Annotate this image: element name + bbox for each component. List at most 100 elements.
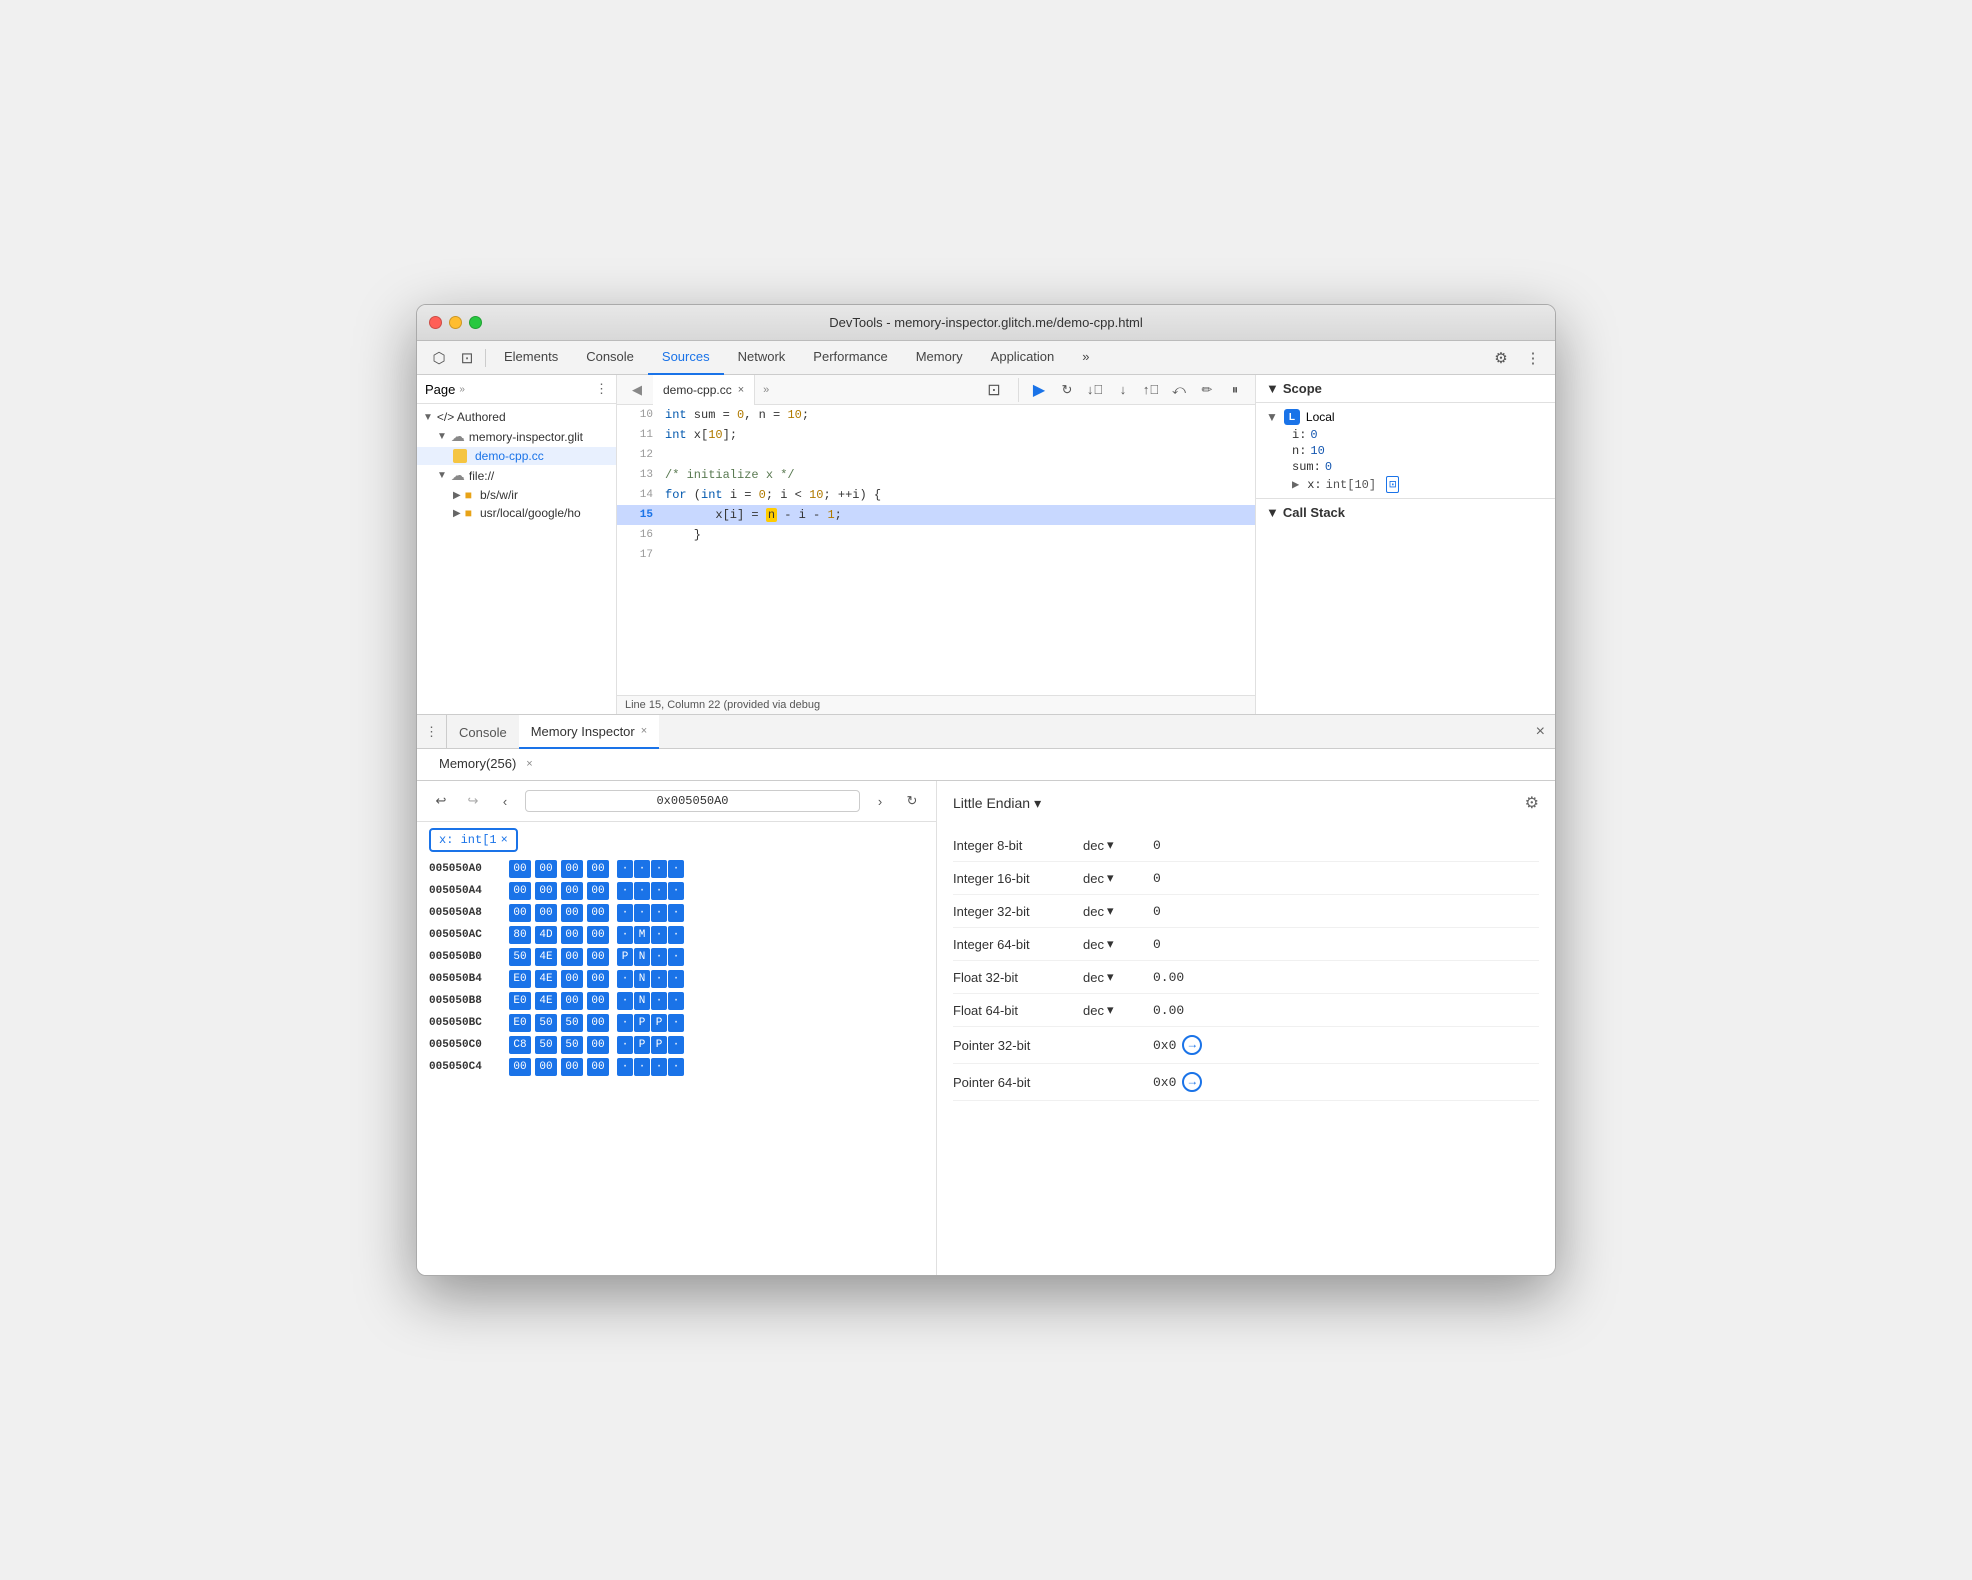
- disable-button[interactable]: ✏: [1195, 378, 1219, 402]
- tree-item-file[interactable]: ▼ ☁ file://: [417, 465, 616, 486]
- tab-memory[interactable]: Memory: [902, 341, 977, 375]
- step-over-button[interactable]: ↓⃝: [1083, 378, 1107, 402]
- hex-byte-7-3[interactable]: 00: [587, 1014, 609, 1032]
- pause-on-exception-button[interactable]: ↻: [1055, 378, 1079, 402]
- tree-item-demo-cpp[interactable]: demo-cpp.cc: [417, 447, 616, 465]
- memory-next-button[interactable]: ›: [868, 789, 892, 813]
- memory-refresh-button[interactable]: ↻: [900, 789, 924, 813]
- hex-byte-6-0[interactable]: E0: [509, 992, 531, 1010]
- more-options-icon[interactable]: ⋮: [1519, 344, 1547, 372]
- hex-byte-5-0[interactable]: E0: [509, 970, 531, 988]
- device-toggle-button[interactable]: ⊡: [453, 344, 481, 372]
- tab-performance[interactable]: Performance: [799, 341, 901, 375]
- tab-console[interactable]: Console: [572, 341, 648, 375]
- hex-byte-8-0[interactable]: C8: [509, 1036, 531, 1054]
- hex-byte-4-3[interactable]: 00: [587, 948, 609, 966]
- inspector-format-int8[interactable]: dec ▾: [1083, 837, 1153, 853]
- hex-byte-1-1[interactable]: 00: [535, 882, 557, 900]
- hex-byte-9-3[interactable]: 00: [587, 1058, 609, 1076]
- minimize-button[interactable]: [449, 316, 462, 329]
- hex-byte-1-3[interactable]: 00: [587, 882, 609, 900]
- settings-icon[interactable]: ⚙: [1487, 344, 1515, 372]
- ptr64-navigate-icon[interactable]: →: [1182, 1072, 1202, 1092]
- inspector-format-int64[interactable]: dec ▾: [1083, 936, 1153, 952]
- tab-sources[interactable]: Sources: [648, 341, 724, 375]
- hex-byte-3-1[interactable]: 4D: [535, 926, 557, 944]
- hex-byte-0-2[interactable]: 00: [561, 860, 583, 878]
- hex-byte-4-1[interactable]: 4E: [535, 948, 557, 966]
- format-icon[interactable]: ⊡: [982, 378, 1006, 402]
- hex-byte-2-0[interactable]: 00: [509, 904, 531, 922]
- inspector-format-int16[interactable]: dec ▾: [1083, 870, 1153, 886]
- more-tabs-icon[interactable]: »: [755, 384, 777, 396]
- inspector-format-float64[interactable]: dec ▾: [1083, 1002, 1153, 1018]
- memory-back-button[interactable]: ↩: [429, 789, 453, 813]
- close-button[interactable]: [429, 316, 442, 329]
- endian-selector[interactable]: Little Endian ▾: [953, 795, 1041, 812]
- hex-byte-7-0[interactable]: E0: [509, 1014, 531, 1032]
- bottom-panel-close-button[interactable]: ×: [1526, 715, 1555, 748]
- inspector-format-float32[interactable]: dec ▾: [1083, 969, 1153, 985]
- hex-byte-0-3[interactable]: 00: [587, 860, 609, 878]
- hex-byte-1-0[interactable]: 00: [509, 882, 531, 900]
- hex-byte-3-0[interactable]: 80: [509, 926, 531, 944]
- bp-tab-memory-close-icon[interactable]: ×: [641, 725, 647, 737]
- memory-tag-close-button[interactable]: ×: [501, 833, 508, 847]
- hex-byte-2-3[interactable]: 00: [587, 904, 609, 922]
- bp-tab-console[interactable]: Console: [447, 715, 519, 749]
- hex-byte-2-2[interactable]: 00: [561, 904, 583, 922]
- hex-byte-3-2[interactable]: 00: [561, 926, 583, 944]
- tree-item-bsw[interactable]: ▶ ■ b/s/w/ir: [417, 486, 616, 504]
- hex-byte-2-1[interactable]: 00: [535, 904, 557, 922]
- memory-sub-tab-close-icon[interactable]: ×: [526, 758, 532, 770]
- memory-inspect-icon[interactable]: ⊡: [1386, 476, 1399, 493]
- hex-byte-9-2[interactable]: 00: [561, 1058, 583, 1076]
- sidebar-expand-icon[interactable]: »: [459, 384, 465, 395]
- hex-byte-7-1[interactable]: 50: [535, 1014, 557, 1032]
- hex-byte-4-2[interactable]: 00: [561, 948, 583, 966]
- hex-byte-5-1[interactable]: 4E: [535, 970, 557, 988]
- tree-item-memory-inspector[interactable]: ▼ ☁ memory-inspector.glit: [417, 426, 616, 447]
- memory-prev-button[interactable]: ‹: [493, 789, 517, 813]
- hex-byte-6-1[interactable]: 4E: [535, 992, 557, 1010]
- tab-application[interactable]: Application: [977, 341, 1069, 375]
- bottom-panel-more-icon[interactable]: ⋮: [417, 715, 447, 748]
- hex-byte-1-2[interactable]: 00: [561, 882, 583, 900]
- tab-elements[interactable]: Elements: [490, 341, 572, 375]
- cursor-tool-button[interactable]: ⬡: [425, 344, 453, 372]
- tab-network[interactable]: Network: [724, 341, 800, 375]
- pause-button[interactable]: ⏸: [1223, 378, 1247, 402]
- hex-byte-4-0[interactable]: 50: [509, 948, 531, 966]
- inspector-settings-icon[interactable]: ⚙: [1525, 793, 1539, 813]
- step-into-button[interactable]: ↓: [1111, 378, 1135, 402]
- hex-byte-0-0[interactable]: 00: [509, 860, 531, 878]
- hex-byte-7-2[interactable]: 50: [561, 1014, 583, 1032]
- hex-byte-3-3[interactable]: 00: [587, 926, 609, 944]
- tab-more[interactable]: »: [1068, 341, 1103, 375]
- hex-byte-9-0[interactable]: 00: [509, 1058, 531, 1076]
- memory-forward-button[interactable]: ↪: [461, 789, 485, 813]
- hex-byte-8-1[interactable]: 50: [535, 1036, 557, 1054]
- memory-address-input[interactable]: [525, 790, 860, 812]
- code-tab-close-icon[interactable]: ×: [738, 384, 744, 396]
- tree-item-authored[interactable]: ▼ </> Authored: [417, 408, 616, 426]
- maximize-button[interactable]: [469, 316, 482, 329]
- hex-byte-9-1[interactable]: 00: [535, 1058, 557, 1076]
- hex-byte-8-2[interactable]: 50: [561, 1036, 583, 1054]
- tree-item-usr[interactable]: ▶ ■ usr/local/google/ho: [417, 504, 616, 522]
- resume-button[interactable]: ▶: [1027, 378, 1051, 402]
- hex-byte-6-3[interactable]: 00: [587, 992, 609, 1010]
- bp-tab-memory-inspector[interactable]: Memory Inspector ×: [519, 715, 659, 749]
- hex-byte-8-3[interactable]: 00: [587, 1036, 609, 1054]
- hex-byte-0-1[interactable]: 00: [535, 860, 557, 878]
- hex-byte-5-3[interactable]: 00: [587, 970, 609, 988]
- hex-byte-5-2[interactable]: 00: [561, 970, 583, 988]
- ptr32-navigate-icon[interactable]: →: [1182, 1035, 1202, 1055]
- inspector-format-int32[interactable]: dec ▾: [1083, 903, 1153, 919]
- code-tab-demo[interactable]: demo-cpp.cc ×: [653, 375, 755, 405]
- prev-location-icon[interactable]: ◀: [625, 378, 649, 402]
- sidebar-more-icon[interactable]: ⋮: [595, 381, 608, 397]
- step-out-button[interactable]: ↑⃝: [1139, 378, 1163, 402]
- hex-byte-6-2[interactable]: 00: [561, 992, 583, 1010]
- deactivate-breakpoints-button[interactable]: ⤺: [1167, 378, 1191, 402]
